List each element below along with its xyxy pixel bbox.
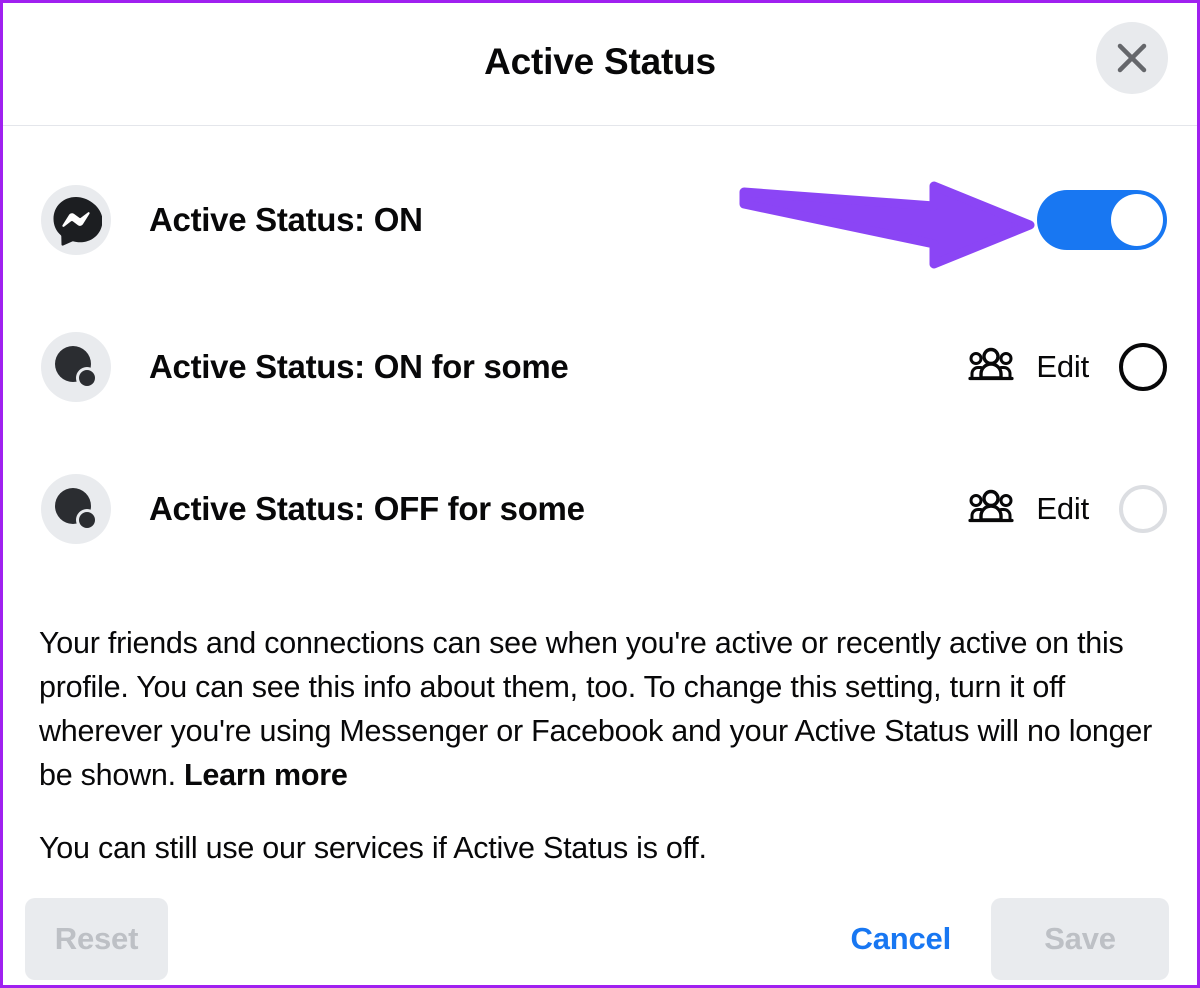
option-label: Active Status: ON for some bbox=[149, 348, 569, 385]
option-controls: Edit bbox=[968, 485, 1167, 533]
learn-more-link[interactable]: Learn more bbox=[184, 758, 348, 792]
messenger-logo-icon bbox=[41, 185, 111, 255]
dialog-header: Active Status bbox=[3, 3, 1197, 126]
option-controls: Edit bbox=[968, 343, 1167, 391]
option-row-on-for-some[interactable]: Active Status: ON for some Edit bbox=[3, 319, 1197, 415]
active-status-dialog: Active Status Active Status: ON Active S… bbox=[0, 0, 1200, 988]
dialog-footer: Reset Cancel Save bbox=[3, 893, 1197, 985]
active-status-some-icon bbox=[41, 332, 111, 402]
save-button[interactable]: Save bbox=[991, 898, 1169, 980]
option-label: Active Status: OFF for some bbox=[149, 490, 585, 527]
edit-link[interactable]: Edit bbox=[1036, 491, 1089, 527]
close-button[interactable] bbox=[1096, 22, 1168, 94]
description-paragraph-2: You can still use our services if Active… bbox=[39, 831, 707, 865]
people-group-icon bbox=[968, 347, 1014, 388]
toggle-knob bbox=[1111, 194, 1163, 246]
active-status-toggle[interactable] bbox=[1037, 190, 1167, 250]
close-icon bbox=[1112, 38, 1152, 78]
options-list: Active Status: ON Active Status: ON for … bbox=[3, 126, 1197, 557]
option-label: Active Status: ON bbox=[149, 201, 423, 238]
option-controls bbox=[1037, 190, 1167, 250]
active-status-some-icon bbox=[41, 474, 111, 544]
people-group-icon bbox=[968, 489, 1014, 530]
cancel-button[interactable]: Cancel bbox=[841, 898, 961, 980]
edit-link[interactable]: Edit bbox=[1036, 349, 1089, 385]
radio-on-for-some[interactable] bbox=[1119, 343, 1167, 391]
option-row-off-for-some[interactable]: Active Status: OFF for some Edit bbox=[3, 461, 1197, 557]
description-block: Your friends and connections can see whe… bbox=[3, 621, 1197, 870]
page-title: Active Status bbox=[484, 41, 716, 82]
reset-button[interactable]: Reset bbox=[25, 898, 168, 980]
option-row-active-status-on[interactable]: Active Status: ON bbox=[3, 172, 1197, 268]
radio-off-for-some[interactable] bbox=[1119, 485, 1167, 533]
description-paragraph-1: Your friends and connections can see whe… bbox=[39, 621, 1161, 797]
